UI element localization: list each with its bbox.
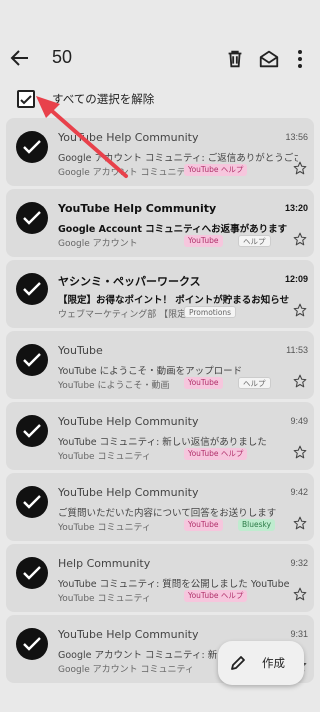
check-icon	[23, 211, 41, 225]
email-time: 9:42	[290, 487, 308, 497]
email-sender: YouTube	[58, 344, 103, 357]
pencil-icon	[231, 656, 245, 670]
email-subject: YouTube にようこそ・動画をアップロード	[58, 366, 243, 377]
star-outline-icon[interactable]	[293, 587, 307, 601]
check-icon	[23, 282, 41, 296]
email-sender: YouTube Help Community	[58, 486, 199, 499]
label-chip: YouTube	[184, 377, 223, 389]
top-app-bar: 50 すべての選択を解除	[0, 0, 320, 118]
compose-label: 作成	[262, 656, 285, 670]
star-outline-icon[interactable]	[293, 516, 307, 530]
compose-button[interactable]: 作成	[218, 641, 304, 685]
email-sender: YouTube Help Community	[58, 202, 217, 215]
selected-avatar[interactable]	[16, 202, 48, 234]
email-subject: YouTube コミュニティ: 質問を公開しました YouTube	[58, 579, 290, 590]
label-chip: YouTube	[184, 235, 223, 247]
check-icon	[23, 566, 41, 580]
selected-avatar[interactable]	[16, 131, 48, 163]
label-chip: Promotions	[184, 306, 237, 318]
email-subject: 【限定】お得なポイント！ ポイントが貯まるお知らせ	[58, 295, 290, 306]
email-snippet: Google アカウント コミュニティ	[58, 665, 194, 675]
email-subject: ご質問いただいた内容について回答をお送りします	[58, 508, 277, 519]
email-sender: YouTube Help Community	[58, 415, 199, 428]
email-row[interactable]: YouTube 11:53 YouTube にようこそ・動画をアップロード YouTu…	[6, 331, 314, 399]
star-outline-icon[interactable]	[293, 303, 307, 317]
label-chip: ヘルプ	[238, 235, 271, 247]
selected-avatar[interactable]	[16, 273, 48, 305]
label-chip: ヘルプ	[238, 377, 271, 389]
label-chip: YouTube ヘルプ	[184, 590, 248, 602]
selected-count: 50	[52, 47, 73, 67]
email-sender: YouTube Help Community	[58, 628, 199, 641]
email-time: 9:31	[290, 629, 308, 639]
selected-avatar[interactable]	[16, 344, 48, 376]
star-outline-icon[interactable]	[293, 374, 307, 388]
email-time: 11:53	[286, 345, 308, 355]
select-all-checkbox[interactable]	[17, 90, 35, 108]
star-outline-icon[interactable]	[293, 232, 307, 246]
email-time: 9:32	[290, 558, 308, 568]
star-outline-icon[interactable]	[293, 445, 307, 459]
star-outline-icon[interactable]	[293, 161, 307, 175]
check-icon	[23, 495, 41, 509]
check-icon	[23, 353, 41, 367]
selected-avatar[interactable]	[16, 557, 48, 589]
email-row[interactable]: ヤシンミ・ペッパーワークス 12:09 【限定】お得なポイント！ ポイントが貯まるお…	[6, 260, 314, 328]
email-row[interactable]: YouTube Help Community 9:42 ご質問いただいた内容について…	[6, 473, 314, 541]
email-time: 12:09	[284, 274, 308, 284]
deselect-all-label[interactable]: すべての選択を解除	[52, 91, 154, 107]
check-icon	[23, 140, 41, 154]
email-row[interactable]: YouTube Help Community 13:56 Google アカウント …	[6, 118, 314, 186]
email-subject: YouTube コミュニティ: 新しい返信がありました	[58, 437, 267, 448]
email-row[interactable]: Help Community 9:32 YouTube コミュニティ: 質問を公開し…	[6, 544, 314, 612]
email-sender: YouTube Help Community	[58, 131, 199, 144]
arrow-left-icon[interactable]	[8, 46, 32, 70]
more-vert-icon[interactable]	[292, 48, 308, 70]
check-icon	[20, 95, 32, 105]
email-subject: Google アカウント コミュニティ: ご返信ありがとうございます	[58, 153, 298, 164]
check-icon	[23, 424, 41, 438]
envelope-open-icon[interactable]	[258, 48, 280, 70]
label-chip: YouTube ヘルプ	[184, 164, 248, 176]
trash-icon[interactable]	[224, 48, 246, 70]
email-time: 13:20	[284, 203, 308, 213]
email-sender: ヤシンミ・ペッパーワークス	[58, 275, 201, 288]
selected-avatar[interactable]	[16, 628, 48, 660]
selected-avatar[interactable]	[16, 486, 48, 518]
deselect-all-row[interactable]	[0, 86, 320, 112]
email-sender: Help Community	[58, 557, 151, 570]
email-subject: Google Account コミュニティへお返事があります	[58, 224, 288, 235]
email-time: 9:49	[290, 416, 308, 426]
email-time: 13:56	[285, 132, 308, 142]
selected-avatar[interactable]	[16, 415, 48, 447]
email-row[interactable]: YouTube Help Community 13:20 Google Accoun…	[6, 189, 314, 257]
label-chip: YouTube ヘルプ	[184, 448, 248, 460]
check-icon	[23, 637, 41, 651]
label-chip: YouTube	[184, 519, 223, 531]
label-chip: Bluesky	[238, 519, 276, 531]
email-row[interactable]: YouTube Help Community 9:49 YouTube コミュニティ…	[6, 402, 314, 470]
